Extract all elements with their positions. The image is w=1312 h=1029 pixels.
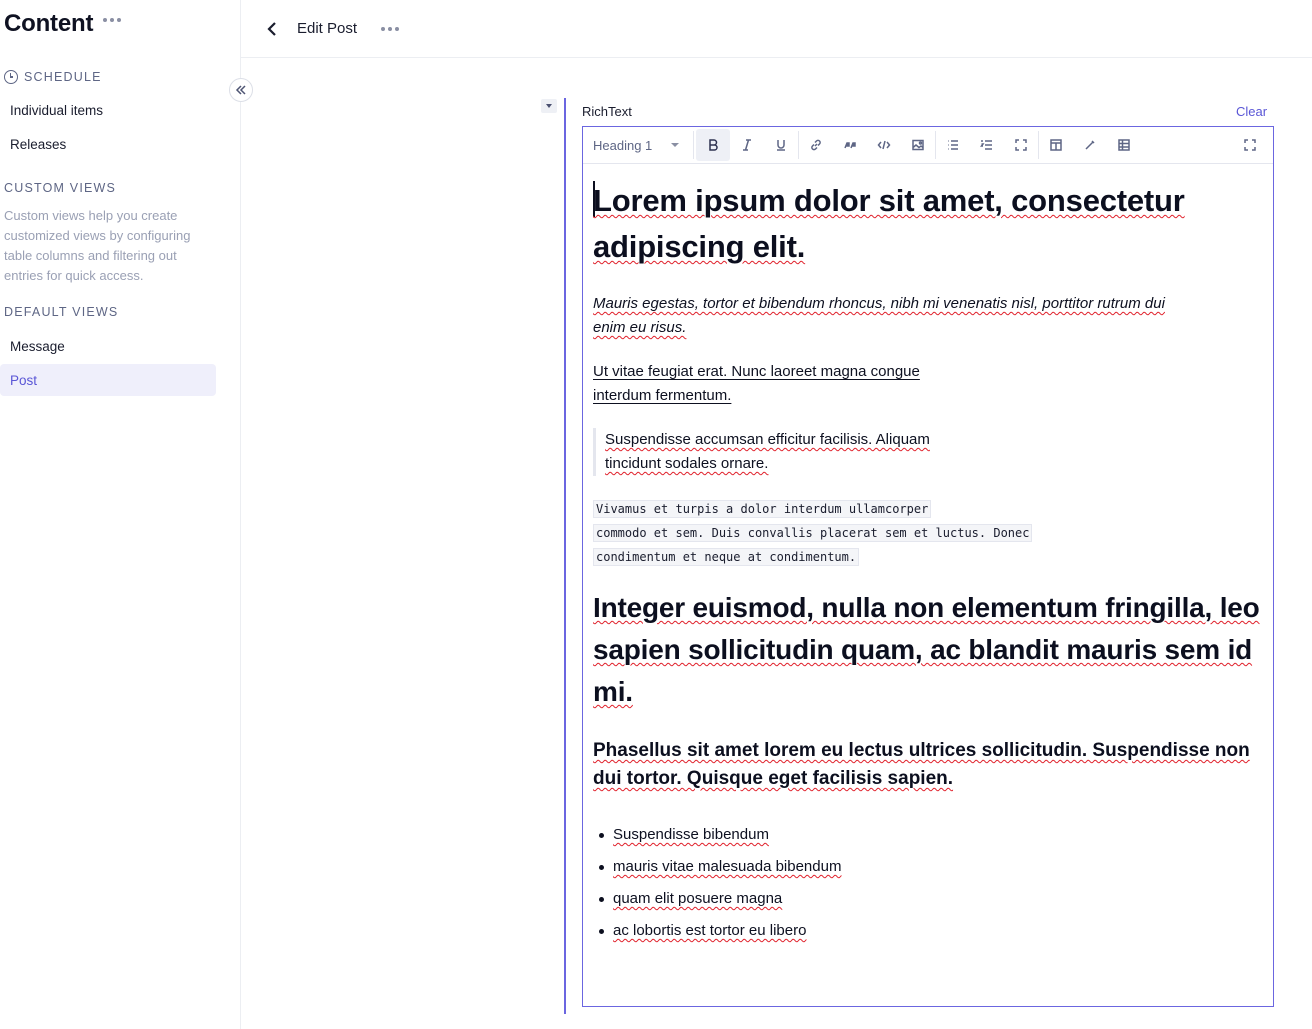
fullscreen-icon xyxy=(1244,139,1256,151)
sidebar-item-individual-items[interactable]: Individual items xyxy=(0,94,216,126)
layout-button[interactable] xyxy=(1039,129,1073,161)
bulleted-list: Suspendisse bibendum mauris vitae malesu… xyxy=(593,819,1263,947)
underline-icon xyxy=(777,140,785,151)
field-focus-rule xyxy=(564,98,566,1014)
heading-2-text: Integer euismod, nulla non elementum fri… xyxy=(593,592,1260,707)
image-button[interactable] xyxy=(901,129,935,161)
clock-icon xyxy=(4,70,18,84)
quote-button[interactable] xyxy=(833,129,867,161)
editor-content[interactable]: Lorem ipsum dolor sit amet, consectetur … xyxy=(583,164,1273,947)
page-title: Edit Post xyxy=(297,20,358,37)
quote-icon xyxy=(844,142,856,149)
bulleted-list-button[interactable] xyxy=(936,129,970,161)
block-type-select[interactable]: Heading 1 xyxy=(583,127,693,163)
list-item: Suspendisse bibendum xyxy=(599,819,1263,851)
code-icon xyxy=(877,140,891,150)
table-icon xyxy=(1118,139,1130,151)
editor-toolbar: Heading 1 xyxy=(583,127,1273,164)
chevron-down-icon xyxy=(671,143,679,147)
list-item-text: ac lobortis est tortor eu libero xyxy=(613,922,807,939)
list-item: quam elit posuere magna xyxy=(599,883,1263,915)
sidebar-item-label: Releases xyxy=(10,136,67,152)
bold-paragraph-text: Phasellus sit amet lorem eu lectus ultri… xyxy=(593,740,1250,789)
back-button[interactable] xyxy=(265,21,279,36)
sidebar-item-label: Message xyxy=(10,338,65,354)
chevron-left-icon xyxy=(267,21,276,36)
code-line: commodo et sem. Duis convallis placerat … xyxy=(593,524,1033,542)
fullscreen-button[interactable] xyxy=(1233,129,1267,161)
bold-paragraph: Phasellus sit amet lorem eu lectus ultri… xyxy=(593,737,1263,793)
bold-button[interactable] xyxy=(696,129,730,161)
clear-button[interactable]: Clear xyxy=(1236,104,1267,119)
bulleted-list-icon xyxy=(948,140,958,150)
heading-1: Lorem ipsum dolor sit amet, consectetur … xyxy=(593,178,1263,270)
numbered-list-button[interactable] xyxy=(970,129,1004,161)
block-type-value: Heading 1 xyxy=(593,137,653,153)
sidebar-title: Content xyxy=(4,10,94,37)
sidebar: Content SCHEDULE Individual items Releas… xyxy=(0,0,241,1029)
numbered-list-icon xyxy=(980,140,992,150)
pen-button[interactable] xyxy=(1073,129,1107,161)
heading-1-text: Lorem ipsum dolor sit amet, consectetur … xyxy=(593,183,1185,264)
embed-icon xyxy=(1015,139,1027,151)
table-button[interactable] xyxy=(1107,129,1141,161)
heading-2: Integer euismod, nulla non elementum fri… xyxy=(593,587,1263,713)
schedule-section-label: SCHEDULE xyxy=(4,70,102,84)
field-label: RichText xyxy=(582,104,632,119)
inline-code-block: Vivamus et turpis a dolor interdum ullam… xyxy=(593,497,1263,569)
list-item-text: quam elit posuere magna xyxy=(613,890,783,907)
rich-text-editor[interactable]: Heading 1 Lorem ipsum dolor sit amet, co… xyxy=(582,126,1274,1007)
underline-button[interactable] xyxy=(764,129,798,161)
list-item: mauris vitae malesuada bibendum xyxy=(599,851,1263,883)
default-views-label: DEFAULT VIEWS xyxy=(4,305,119,319)
double-chevron-left-icon xyxy=(235,85,246,95)
link-button[interactable] xyxy=(799,129,833,161)
more-options-icon[interactable] xyxy=(381,26,400,31)
italic-icon xyxy=(743,139,751,151)
list-item: ac lobortis est tortor eu libero xyxy=(599,915,1263,947)
italic-button[interactable] xyxy=(730,129,764,161)
sidebar-item-post[interactable]: Post xyxy=(0,364,216,396)
list-item-text: Suspendisse bibendum xyxy=(613,826,769,843)
sidebar-item-label: Post xyxy=(10,372,38,388)
custom-views-label: CUSTOM VIEWS xyxy=(4,181,117,195)
sidebar-item-label: Individual items xyxy=(10,102,104,118)
layout-icon xyxy=(1050,139,1062,151)
top-bar: Edit Post xyxy=(241,0,1312,58)
more-options-icon[interactable] xyxy=(103,18,122,22)
list-item-text: mauris vitae malesuada bibendum xyxy=(613,858,842,875)
code-line: condimentum et neque at condimentum. xyxy=(593,548,860,566)
sidebar-item-message[interactable]: Message xyxy=(0,330,216,362)
collapse-sidebar-button[interactable] xyxy=(229,78,253,102)
link-icon xyxy=(811,139,821,151)
code-line: Vivamus et turpis a dolor interdum ullam… xyxy=(593,500,932,518)
image-icon xyxy=(912,139,924,151)
underlined-paragraph: Ut vitae feugiat erat. Nunc laoreet magn… xyxy=(593,363,920,404)
sidebar-item-releases[interactable]: Releases xyxy=(0,128,216,160)
italic-paragraph: Mauris egestas, tortor et bibendum rhonc… xyxy=(593,295,1165,336)
blockquote: Suspendisse accumsan efficitur facilisis… xyxy=(593,428,973,476)
sidebar-header: Content xyxy=(4,10,122,38)
schedule-label: SCHEDULE xyxy=(24,70,102,84)
embed-button[interactable] xyxy=(1004,129,1038,161)
collapse-field-button[interactable] xyxy=(541,99,557,113)
blockquote-text: Suspendisse accumsan efficitur facilisis… xyxy=(605,431,930,472)
custom-views-help: Custom views help you create customized … xyxy=(4,208,191,283)
bold-icon xyxy=(709,139,718,151)
toolbar-divider xyxy=(693,131,694,159)
code-button[interactable] xyxy=(867,129,901,161)
pen-icon xyxy=(1085,140,1095,150)
